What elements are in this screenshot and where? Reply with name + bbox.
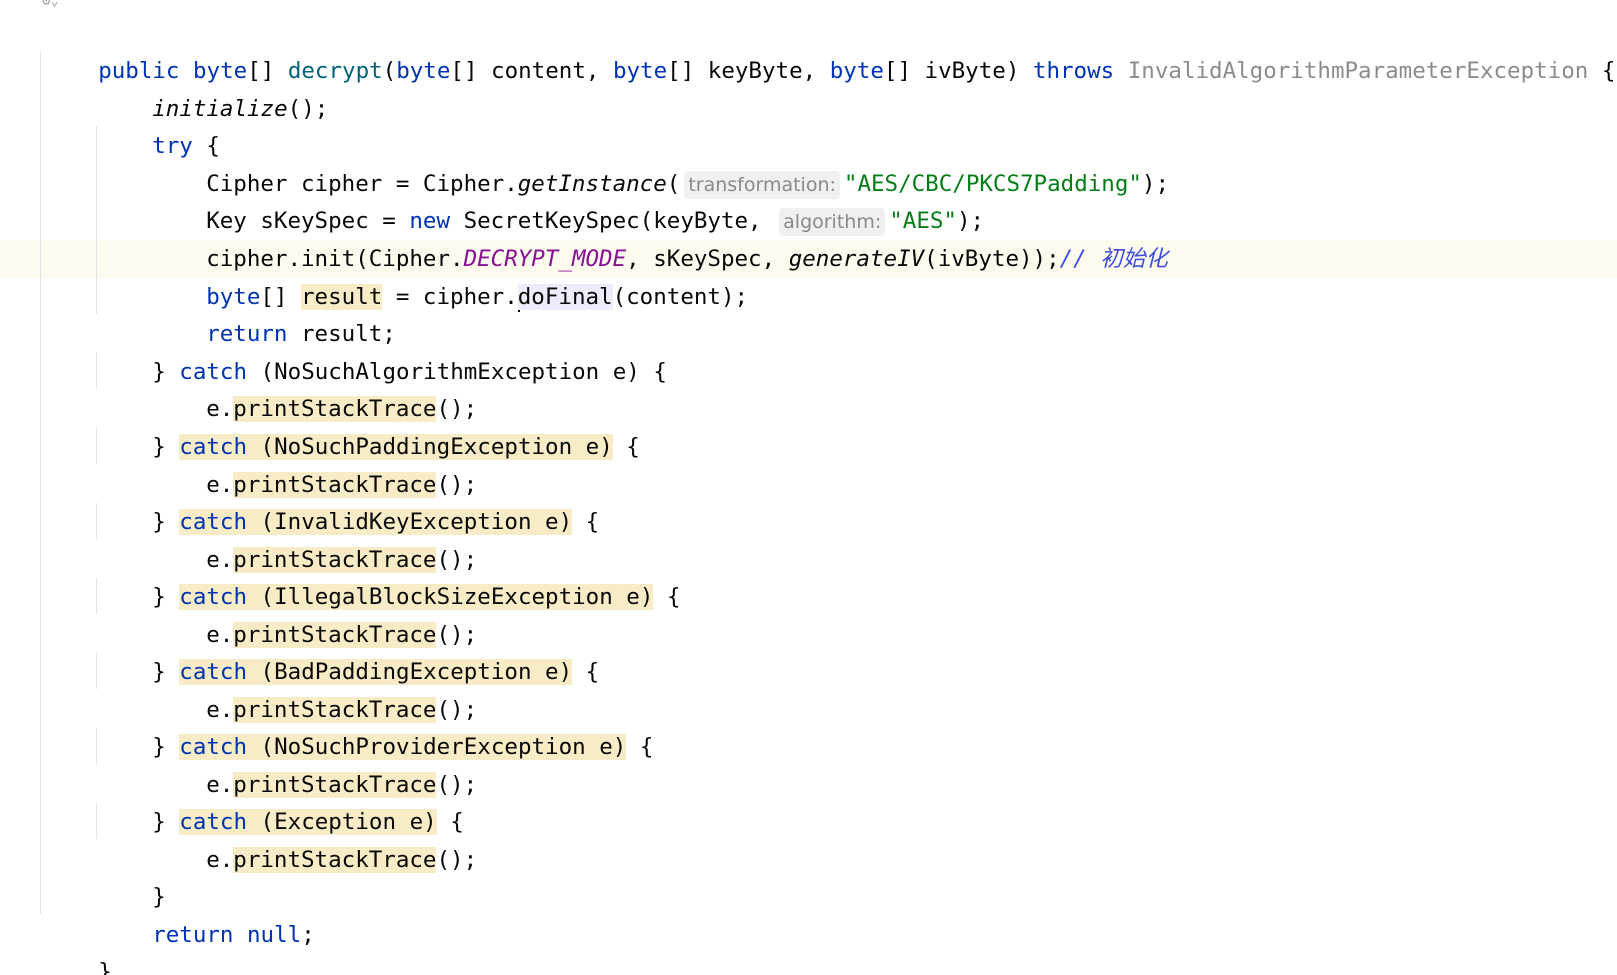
- keyword-byte: byte: [829, 58, 884, 84]
- keyword-return: return: [152, 922, 234, 948]
- code-text: ;: [301, 922, 315, 948]
- code-text: (: [382, 58, 397, 84]
- code-line-closing-brace[interactable]: }: [44, 915, 112, 975]
- code-line-catch[interactable]: } catch (BadPaddingException e) {: [98, 615, 599, 685]
- indent-guide: [96, 578, 97, 614]
- indent-guide: [96, 803, 97, 839]
- code-line-catch[interactable]: } catch (IllegalBlockSizeException e) {: [98, 540, 681, 610]
- code-line-method-signature[interactable]: public byte[] decrypt(byte[] content, by…: [44, 14, 1615, 84]
- code-text: e.: [206, 847, 234, 873]
- indent-guide: [96, 728, 97, 764]
- exception-type[interactable]: InvalidAlgorithmParameterException: [1128, 58, 1589, 84]
- code-line-print-stack-trace[interactable]: e.printStackTrace();: [152, 352, 477, 422]
- code-text: {: [653, 584, 681, 610]
- code-text: {: [572, 509, 600, 535]
- method-call-generateiv[interactable]: generateIV: [789, 246, 924, 272]
- indent-guide: [40, 52, 41, 914]
- indent-guide: [96, 428, 97, 464]
- code-text: ();: [436, 847, 478, 873]
- code-line-print-stack-trace[interactable]: e.printStackTrace();: [152, 803, 477, 873]
- code-line-return-null[interactable]: return null;: [98, 878, 315, 948]
- code-text: ();: [287, 96, 329, 122]
- code-line-cipher-instance[interactable]: Cipher cipher = Cipher.getInstance(trans…: [152, 127, 1169, 199]
- keyword-byte: byte: [396, 58, 451, 84]
- code-text: (ivByte));: [924, 246, 1060, 272]
- keyword-null: null: [247, 922, 302, 948]
- code-text: = cipher.: [382, 284, 518, 310]
- code-line-secret-key-spec[interactable]: Key sKeySpec = new SecretKeySpec(keyByte…: [152, 164, 984, 236]
- code-line-print-stack-trace[interactable]: e.printStackTrace();: [152, 503, 477, 573]
- code-text: {: [612, 434, 640, 460]
- code-line-initialize[interactable]: initialize();: [98, 52, 328, 122]
- code-line-return-result[interactable]: return result;: [152, 277, 396, 347]
- code-text: {: [626, 734, 654, 760]
- indent-guide: [96, 653, 97, 689]
- code-text: {: [1588, 58, 1616, 84]
- code-line-catch[interactable]: } catch (NoSuchAlgorithmException e) {: [98, 315, 667, 385]
- code-line-print-stack-trace[interactable]: e.printStackTrace();: [152, 578, 477, 648]
- method-call-dofinal[interactable]: doFinal: [517, 284, 613, 310]
- code-text: [] keyByte,: [667, 58, 830, 84]
- code-line-catch[interactable]: } catch (NoSuchPaddingException e) {: [98, 390, 640, 460]
- code-text: [] ivByte): [883, 58, 1033, 84]
- code-line-try[interactable]: try {: [98, 89, 220, 159]
- code-text: {: [572, 659, 600, 685]
- code-comment: // 初始化: [1059, 246, 1168, 272]
- code-text: [] content,: [450, 58, 613, 84]
- code-line-catch[interactable]: } catch (NoSuchProviderException e) {: [98, 690, 653, 760]
- code-text: (content);: [612, 284, 749, 310]
- code-line-closing-brace[interactable]: }: [98, 840, 166, 910]
- code-line-print-stack-trace[interactable]: e.printStackTrace();: [152, 728, 477, 798]
- indent-guide: [96, 126, 97, 314]
- keyword-byte: byte: [612, 58, 668, 84]
- method-call-printstacktrace[interactable]: printStackTrace: [233, 847, 437, 873]
- annotation-gutter-icon[interactable]: ⚙⌄: [42, 0, 88, 8]
- code-line-dofinal[interactable]: byte[] result = cipher.doFinal(content);: [152, 240, 748, 312]
- code-text: );: [1141, 171, 1170, 197]
- indent-guide: [96, 503, 97, 539]
- indent-guide: [96, 352, 97, 388]
- code-line-cipher-init[interactable]: cipher.init(Cipher.DECRYPT_MODE, sKeySpe…: [152, 202, 1168, 272]
- code-line-print-stack-trace[interactable]: e.printStackTrace();: [152, 428, 477, 498]
- code-editor[interactable]: ⚙⌄ public byte[] decrypt(byte[] content,…: [0, 0, 1617, 975]
- code-text: }: [98, 959, 112, 975]
- code-line-print-stack-trace[interactable]: e.printStackTrace();: [152, 653, 477, 723]
- keyword-throws: throws: [1032, 58, 1115, 84]
- code-line-catch[interactable]: } catch (InvalidKeyException e) {: [98, 465, 599, 535]
- code-text: {: [639, 359, 667, 385]
- code-line-catch[interactable]: } catch (Exception e) {: [98, 765, 464, 835]
